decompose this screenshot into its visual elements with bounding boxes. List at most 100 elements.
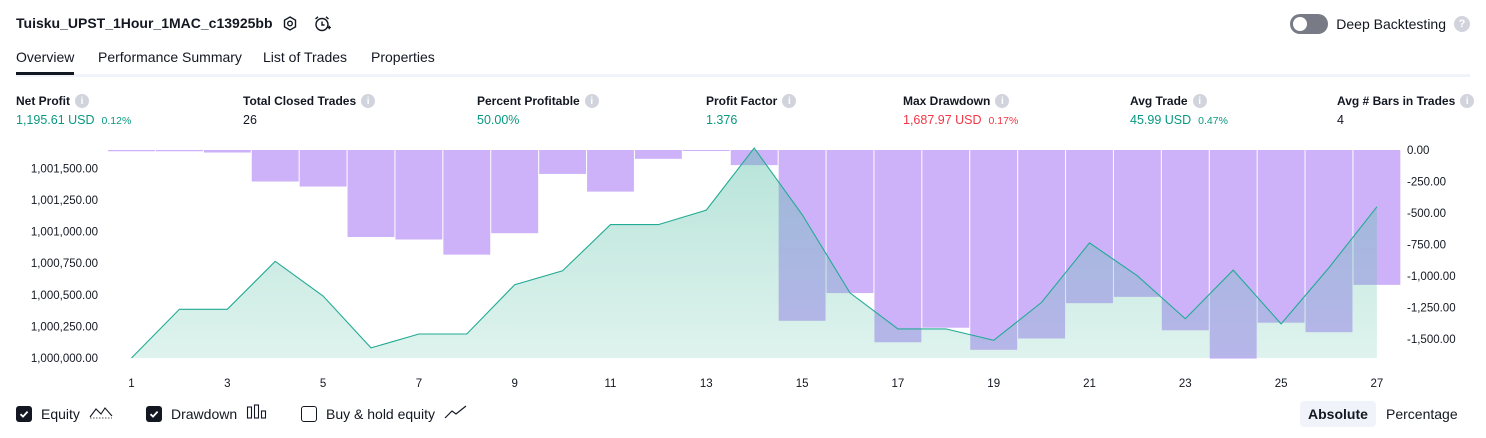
buy-hold-checkbox[interactable] xyxy=(301,405,317,422)
drawdown-bar xyxy=(395,150,443,240)
x-axis-tick: 25 xyxy=(1275,378,1288,390)
y-axis-right-tick: -1,250.00 xyxy=(1407,303,1456,315)
stat-label: Profit Factor xyxy=(706,94,778,108)
equity-line-icon xyxy=(89,404,113,423)
info-icon[interactable]: i xyxy=(584,94,599,108)
stat-label: Max Drawdown xyxy=(903,94,991,108)
add-alert-icon[interactable] xyxy=(312,14,332,34)
y-axis-left-tick: 1,001,000.00 xyxy=(31,227,98,239)
deep-backtesting-label: Deep Backtesting xyxy=(1336,16,1446,32)
x-axis-tick: 7 xyxy=(416,378,422,390)
x-axis-tick: 27 xyxy=(1371,378,1384,390)
stat-total-closed-trades: Total Closed Trades i 26 xyxy=(243,94,376,127)
x-axis-tick: 11 xyxy=(605,378,617,390)
x-axis-tick: 21 xyxy=(1083,378,1096,390)
legend-label: Drawdown xyxy=(171,405,238,422)
percentage-toggle[interactable]: Percentage xyxy=(1378,401,1466,427)
stat-label: Total Closed Trades xyxy=(243,94,357,108)
stat-percent: 0.17% xyxy=(988,115,1019,127)
stat-value: 1.376 xyxy=(706,113,738,127)
absolute-toggle[interactable]: Absolute xyxy=(1300,401,1376,427)
legend-label: Buy & hold equity xyxy=(326,405,435,422)
buy-hold-line-icon xyxy=(444,404,468,423)
deep-backtesting-control: Deep Backtesting ? xyxy=(1290,12,1470,36)
legend-equity[interactable]: Equity xyxy=(16,404,113,423)
info-icon[interactable]: i xyxy=(782,94,797,108)
drawdown-bar xyxy=(587,150,634,192)
y-axis-right-tick: -500.00 xyxy=(1407,208,1446,220)
y-axis-left-tick: 1,000,250.00 xyxy=(31,321,98,333)
strategy-title: Tuisku_UPST_1Hour_1MAC_c13925bb xyxy=(16,15,273,31)
x-axis-tick: 9 xyxy=(511,378,517,390)
stat-percent: 0.47% xyxy=(1198,115,1228,127)
x-axis-tick: 17 xyxy=(892,378,905,390)
y-axis-right-tick: -1,500.00 xyxy=(1407,334,1456,346)
y-axis-right-tick: -250.00 xyxy=(1407,177,1446,189)
stat-profit-factor: Profit Factor i 1.376 xyxy=(706,94,797,127)
stat-value: 45.99 USD xyxy=(1130,113,1192,127)
y-axis-left-tick: 1,001,500.00 xyxy=(31,163,98,175)
stat-percent: 0.12% xyxy=(101,115,132,127)
legend-drawdown[interactable]: Drawdown xyxy=(146,404,268,423)
stat-value: 1,195.61 USD xyxy=(16,113,95,127)
stat-value: 4 xyxy=(1337,113,1344,127)
tab-bar: Overview Performance Summary List of Tra… xyxy=(16,46,1470,77)
strategy-header: Tuisku_UPST_1Hour_1MAC_c13925bb Deep Bac… xyxy=(16,12,1470,38)
settings-icon[interactable] xyxy=(280,14,300,34)
stat-percent-profitable: Percent Profitable i 50.00% xyxy=(477,94,599,127)
drawdown-bar xyxy=(634,150,682,159)
stat-label: Avg Trade xyxy=(1130,94,1188,108)
drawdown-bars-icon xyxy=(246,404,268,423)
drawdown-bar xyxy=(970,150,1018,350)
legend-label: Equity xyxy=(41,405,80,422)
y-axis-right-tick: -750.00 xyxy=(1407,240,1446,252)
drawdown-bar xyxy=(874,150,922,343)
y-axis-left-tick: 1,000,750.00 xyxy=(31,258,98,270)
equity-checkbox[interactable] xyxy=(16,405,32,422)
stat-max-drawdown: Max Drawdown i 1,687.97 USD 0.17% xyxy=(903,94,1018,127)
stat-avg-trade: Avg Trade i 45.99 USD 0.47% xyxy=(1130,94,1228,127)
drawdown-bar xyxy=(1257,150,1305,323)
tab-properties[interactable]: Properties xyxy=(371,49,435,72)
drawdown-bar xyxy=(347,150,395,237)
tab-overview[interactable]: Overview xyxy=(16,49,75,75)
stat-label: Net Profit xyxy=(16,94,70,108)
drawdown-bar xyxy=(108,150,155,152)
y-axis-right-tick: 0.00 xyxy=(1407,145,1429,157)
legend-buy-hold-equity[interactable]: Buy & hold equity xyxy=(301,404,468,423)
x-axis-tick: 3 xyxy=(224,378,230,390)
info-icon[interactable]: i xyxy=(995,94,1010,108)
tab-list-of-trades[interactable]: List of Trades xyxy=(263,49,347,72)
stat-value: 50.00% xyxy=(477,113,520,127)
x-axis-tick: 15 xyxy=(796,378,809,390)
drawdown-bar xyxy=(203,150,251,153)
drawdown-checkbox[interactable] xyxy=(146,405,162,422)
drawdown-bar xyxy=(539,150,587,174)
y-axis-left-tick: 1,001,250.00 xyxy=(31,195,98,207)
drawdown-bar xyxy=(299,150,347,187)
stat-label: Avg # Bars in Trades xyxy=(1337,94,1456,108)
stat-net-profit: Net Profit i 1,195.61 USD 0.12% xyxy=(16,94,131,127)
x-axis-tick: 5 xyxy=(320,378,326,390)
drawdown-bar xyxy=(682,150,730,151)
drawdown-bar xyxy=(443,150,491,255)
info-icon[interactable]: i xyxy=(1192,94,1207,108)
x-axis-tick: 23 xyxy=(1179,378,1192,390)
help-icon[interactable]: ? xyxy=(1454,16,1470,32)
equity-drawdown-chart: 1,000,000.00 1,000,250.00 1,000,500.00 1,00… xyxy=(31,145,1456,390)
info-icon[interactable]: i xyxy=(1460,94,1475,108)
stat-value: 26 xyxy=(243,113,257,127)
drawdown-bar xyxy=(155,150,203,152)
x-axis-tick: 13 xyxy=(700,378,713,390)
info-icon[interactable]: i xyxy=(75,94,89,108)
stat-avg-bars-in-trades: Avg # Bars in Trades i 4 xyxy=(1337,94,1475,127)
deep-backtesting-toggle[interactable] xyxy=(1290,14,1329,34)
x-axis-tick: 1 xyxy=(128,378,134,390)
info-icon[interactable]: i xyxy=(361,94,376,108)
stat-label: Percent Profitable xyxy=(477,94,580,108)
tab-performance-summary[interactable]: Performance Summary xyxy=(98,49,242,72)
x-axis-tick: 19 xyxy=(987,378,1000,390)
stat-value: 1,687.97 USD xyxy=(903,113,982,127)
y-axis-right-tick: -1,000.00 xyxy=(1407,271,1456,283)
drawdown-bar xyxy=(922,150,970,328)
